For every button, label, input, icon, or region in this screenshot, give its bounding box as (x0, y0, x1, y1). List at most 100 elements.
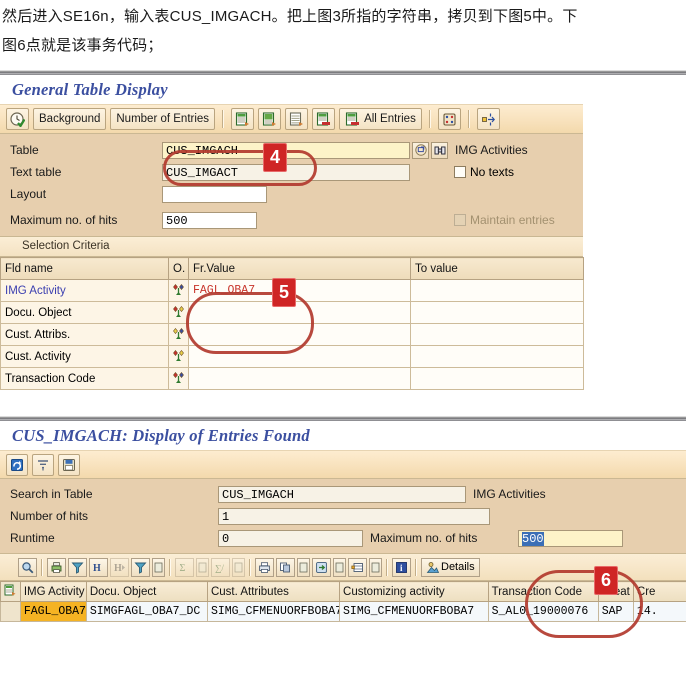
row-detail-header[interactable] (0, 581, 21, 602)
annotation-circle-4 (163, 150, 317, 186)
table-red-button[interactable] (312, 108, 336, 130)
binoculars-button[interactable] (431, 141, 448, 159)
find-button[interactable]: H (89, 557, 108, 577)
filter-icon (71, 561, 84, 574)
svg-text:H: H (93, 563, 101, 574)
selection-header-row: Fld name O. Fr.Value To value (0, 257, 584, 280)
select-options-cell[interactable] (168, 367, 189, 390)
execute-button[interactable] (6, 108, 29, 130)
select-options-icon[interactable] (171, 370, 187, 385)
export-button[interactable] (276, 557, 295, 577)
settings-button[interactable] (437, 108, 461, 130)
no-texts-checkbox-wrap[interactable]: No texts (454, 165, 514, 179)
sel-fld-name[interactable]: Cust. Activity (0, 345, 169, 368)
save-layout-button[interactable] (58, 453, 80, 476)
subtotal-more-button[interactable] (232, 557, 245, 577)
all-entries-label: All Entries (364, 113, 416, 125)
sel-fld-name[interactable]: Docu. Object (0, 301, 169, 324)
local-file-more-button[interactable] (333, 557, 346, 577)
select-options-icon[interactable] (171, 304, 187, 319)
filter-more-button[interactable] (152, 557, 165, 577)
sel-to-value[interactable] (410, 301, 584, 324)
cell-docu-object[interactable]: SIMGFAGL_OBA7_DC (85, 601, 208, 622)
background-button[interactable]: Background (33, 108, 107, 130)
max-hits-input[interactable]: 500 (162, 211, 257, 229)
select-options-cell[interactable] (168, 345, 189, 368)
details-button[interactable]: Details (421, 557, 480, 577)
subtotal-icon: ∑/ (214, 561, 227, 574)
grid-col-customizing-activity[interactable]: Customizing activity (339, 581, 489, 602)
background-label: Background (39, 113, 101, 125)
grid-col-img-activity[interactable]: IMG Activity (19, 581, 87, 602)
table-row[interactable]: Transaction Code (0, 367, 584, 390)
spreadsheet-button[interactable] (348, 557, 367, 577)
select-options-icon[interactable] (171, 282, 187, 297)
sel-to-value[interactable] (410, 367, 584, 390)
table-entries-button-1[interactable] (231, 108, 255, 130)
col-operator[interactable]: O. (168, 257, 189, 280)
subtotal-button[interactable]: ∑/ (211, 557, 230, 577)
grid-col-docu-object[interactable]: Docu. Object (85, 581, 208, 602)
sum-button[interactable]: Σ (175, 557, 194, 577)
sel-to-value[interactable] (410, 345, 584, 368)
open-window-button[interactable] (412, 141, 429, 159)
sel-fld-name[interactable]: Cust. Attribs. (0, 323, 169, 346)
sum-more-button[interactable] (196, 557, 209, 577)
sel-fld-name[interactable]: Transaction Code (0, 367, 169, 390)
magnifier-button[interactable] (18, 557, 37, 577)
select-options-icon[interactable] (171, 326, 187, 341)
refresh-button[interactable] (6, 453, 28, 476)
runtime-row: Runtime 0 Maximum no. of hits 500 (0, 528, 686, 548)
save-layout-icon (62, 458, 76, 472)
select-options-cell[interactable] (168, 279, 189, 302)
print-preview-button[interactable] (47, 557, 66, 577)
number-of-entries-button[interactable]: Number of Entries (110, 108, 216, 130)
sel-fld-name[interactable]: IMG Activity (5, 285, 66, 297)
table-list-button[interactable] (285, 108, 309, 130)
max-hits-label-2: Maximum no. of hits (370, 531, 478, 545)
toolbar-separator-2 (428, 110, 431, 128)
filter-button[interactable] (68, 557, 87, 577)
find-next-button[interactable]: H (110, 557, 129, 577)
sort-filter-button[interactable] (32, 453, 54, 476)
instruction-text: 然后进入SE16n，输入表CUS_IMGACH。把上图3所指的字符串，拷贝到下图… (2, 2, 684, 60)
svg-text:∑/: ∑/ (215, 563, 224, 573)
col-fld-name[interactable]: Fld name (0, 257, 169, 280)
all-entries-button[interactable]: All Entries (339, 108, 422, 130)
filter-set-button[interactable] (131, 557, 150, 577)
local-file-more-icon (335, 562, 344, 573)
subtotal-more-icon (234, 562, 243, 573)
max-hits-input-2[interactable]: 500 (518, 529, 623, 547)
spreadsheet-more-button[interactable] (369, 557, 382, 577)
number-of-entries-label: Number of Entries (116, 113, 210, 125)
local-file-button[interactable] (312, 557, 331, 577)
expand-button[interactable] (476, 108, 500, 130)
sel-from-value[interactable] (188, 367, 411, 390)
cell-img-activity[interactable]: FAGL_OBA7 (19, 601, 87, 622)
grid-col-cust-attributes[interactable]: Cust. Attributes (206, 581, 341, 602)
row-select-cell[interactable] (0, 601, 21, 622)
settings-dice-icon (442, 112, 457, 127)
window2-toolbar (0, 450, 686, 479)
details-person-icon (426, 561, 440, 574)
alv-sep-5 (415, 558, 417, 576)
expand-arrows-icon (481, 112, 496, 127)
cell-customizing-activity[interactable]: SIMG_CFMENUORFBOBA7 (339, 601, 489, 622)
layout-input[interactable] (162, 185, 267, 203)
window2-form: Search in Table CUS_IMGACH IMG Activitie… (0, 479, 686, 553)
cell-cust-attributes[interactable]: SIMG_CFMENUORFBOBA7 (206, 601, 341, 622)
binoculars-icon (434, 144, 446, 156)
magnifier-icon (21, 561, 34, 574)
col-from-value[interactable]: Fr.Value (188, 257, 411, 280)
table-red-icon (316, 111, 331, 127)
sel-to-value[interactable] (410, 323, 584, 346)
sel-to-value[interactable] (410, 279, 584, 302)
info-button[interactable]: i (392, 557, 411, 577)
export-more-button[interactable] (297, 557, 310, 577)
sort-filter-icon (36, 458, 50, 472)
no-texts-checkbox[interactable] (454, 166, 466, 178)
table-entries-button-2[interactable] (258, 108, 282, 130)
select-options-icon[interactable] (171, 348, 187, 363)
print-button[interactable] (255, 557, 274, 577)
col-to-value[interactable]: To value (410, 257, 584, 280)
